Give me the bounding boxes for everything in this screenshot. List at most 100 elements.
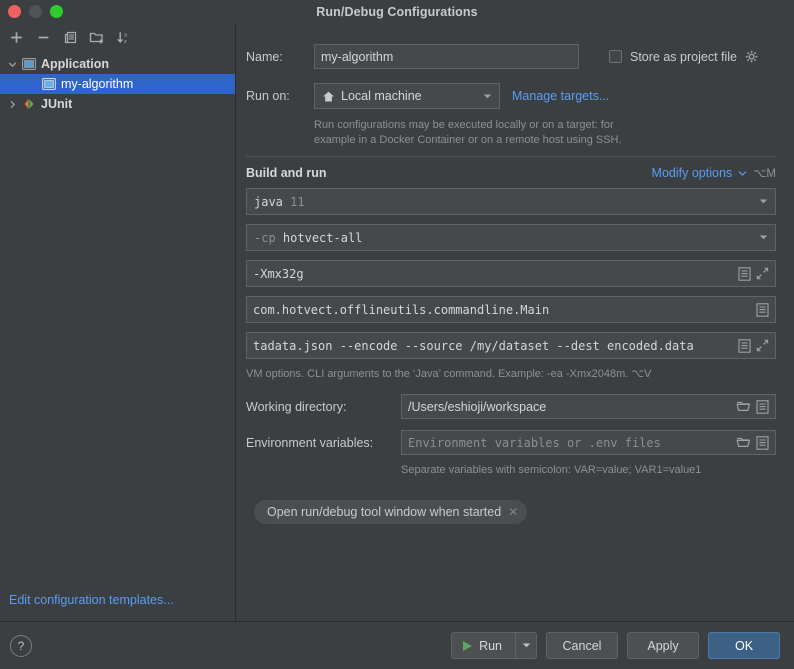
footer-buttons: Run Cancel Apply OK	[451, 632, 780, 659]
module-name: hotvect-all	[282, 230, 363, 245]
working-directory-row: Working directory: /Users/eshioji/worksp…	[246, 394, 776, 419]
run-on-hint-line-1: Run configurations may be executed local…	[314, 119, 614, 131]
svg-text:a: a	[124, 32, 128, 38]
tree-group-junit-label: JUnit	[41, 96, 73, 111]
modify-options-group: Modify options ⌥M	[652, 166, 776, 180]
working-directory-label: Working directory:	[246, 399, 347, 414]
dialog-footer: ? Run Cancel Apply OK	[0, 621, 794, 669]
folder-add-icon	[89, 32, 103, 43]
tool-window-chip-row: Open run/debug tool window when started …	[254, 500, 776, 524]
store-as-project-file-label: Store as project file	[630, 49, 737, 64]
close-icon[interactable]: ✕	[508, 505, 518, 519]
help-button-label: ?	[17, 638, 25, 653]
module-classpath-dropdown[interactable]: -cp hotvect-all	[246, 224, 776, 251]
home-icon	[322, 90, 335, 103]
modify-options-link[interactable]: Modify options	[652, 166, 733, 180]
run-button-group: Run	[451, 632, 537, 659]
svg-text:z: z	[124, 39, 127, 45]
run-icon	[463, 640, 473, 651]
main-class-value: com.hotvect.offlineutils.commandline.Mai…	[253, 302, 550, 317]
gear-icon[interactable]	[745, 50, 759, 64]
working-directory-value: /Users/eshioji/workspace	[408, 399, 547, 414]
jdk-dropdown[interactable]: java 11	[246, 188, 776, 215]
sort-alphabetically-button[interactable]: a z	[112, 26, 136, 48]
list-icon[interactable]	[756, 302, 769, 317]
tree-group-junit[interactable]: JUnit	[0, 94, 235, 114]
jdk-version: 11	[290, 194, 305, 209]
expand-icon[interactable]	[756, 339, 769, 352]
environment-variables-row: Environment variables: Environment varia…	[246, 430, 776, 455]
run-on-label: Run on:	[246, 89, 290, 103]
help-button[interactable]: ?	[10, 634, 32, 657]
window-title: Run/Debug Configurations	[316, 5, 478, 19]
copy-icon	[64, 31, 76, 43]
vm-options-value: -Xmx32g	[253, 266, 304, 281]
open-tool-window-chip[interactable]: Open run/debug tool window when started …	[254, 500, 528, 524]
list-icon[interactable]	[756, 399, 769, 414]
chevron-down-icon[interactable]	[479, 93, 495, 100]
sidebar-toolbar: a z	[0, 24, 235, 50]
expand-icon[interactable]	[756, 267, 769, 280]
name-row: Name: my-algorithm Store as project file	[246, 44, 776, 69]
modify-options-shortcut: ⌥M	[753, 168, 776, 180]
name-label: Name:	[246, 49, 283, 64]
apply-button[interactable]: Apply	[627, 632, 699, 659]
working-directory-input[interactable]: /Users/eshioji/workspace	[401, 394, 776, 419]
sidebar-item-my-algorithm[interactable]: my-algorithm	[0, 74, 235, 94]
tree-group-application[interactable]: Application	[0, 54, 235, 74]
cancel-button[interactable]: Cancel	[546, 632, 618, 659]
folder-icon[interactable]	[736, 436, 751, 449]
jdk-command: java	[254, 194, 283, 209]
configurations-sidebar: a z Application my-algorithm JUnit Edit …	[0, 24, 236, 621]
list-icon[interactable]	[738, 338, 751, 353]
dialog-body: a z Application my-algorithm JUnit Edit …	[0, 24, 794, 621]
application-icon	[40, 78, 58, 90]
name-input-value: my-algorithm	[321, 49, 394, 64]
plus-icon	[10, 31, 22, 43]
run-button[interactable]: Run	[451, 632, 515, 659]
chevron-down-icon[interactable]	[755, 198, 771, 205]
build-and-run-header: Build and run Modify options ⌥M	[246, 166, 776, 180]
vm-options-hint: VM options. CLI arguments to the ‘Java’ …	[246, 368, 652, 380]
run-dropdown-button[interactable]	[515, 632, 537, 659]
run-on-row: Run on: Local machine Manage targets...	[246, 83, 776, 109]
environment-variables-label: Environment variables:	[246, 435, 374, 450]
environment-variables-hint: Separate variables with semicolon: VAR=v…	[401, 464, 702, 476]
list-icon[interactable]	[756, 435, 769, 450]
run-button-label: Run	[479, 638, 502, 653]
chevron-down-icon[interactable]	[4, 60, 20, 69]
chevron-down-icon[interactable]	[755, 234, 771, 241]
add-configuration-button[interactable]	[4, 26, 28, 48]
environment-variables-input[interactable]: Environment variables or .env files	[401, 430, 776, 455]
manage-targets-link[interactable]: Manage targets...	[512, 89, 609, 103]
junit-icon	[20, 98, 38, 110]
vm-options-input[interactable]: -Xmx32g	[246, 260, 776, 287]
configuration-editor-panel: Name: my-algorithm Store as project file	[236, 24, 794, 621]
copy-configuration-button[interactable]	[58, 26, 82, 48]
run-on-target-dropdown[interactable]: Local machine	[314, 83, 500, 109]
chevron-right-icon[interactable]	[4, 100, 20, 109]
environment-variables-placeholder: Environment variables or .env files	[408, 435, 661, 450]
program-arguments-value: tadata.json --encode --source /my/datase…	[253, 338, 694, 353]
build-and-run-title: Build and run	[246, 166, 327, 180]
section-divider	[246, 156, 776, 157]
run-on-hint: Run configurations may be executed local…	[314, 118, 776, 148]
run-debug-configurations-dialog: Run/Debug Configurations a z Application…	[0, 0, 794, 669]
list-icon[interactable]	[738, 266, 751, 281]
title-bar: Run/Debug Configurations	[0, 0, 794, 24]
program-arguments-input[interactable]: tadata.json --encode --source /my/datase…	[246, 332, 776, 359]
chevron-down-icon[interactable]	[738, 170, 747, 177]
new-folder-button[interactable]	[85, 26, 109, 48]
sort-az-icon: a z	[117, 31, 128, 45]
store-as-project-file-row[interactable]: Store as project file	[609, 50, 759, 64]
main-class-input[interactable]: com.hotvect.offlineutils.commandline.Mai…	[246, 296, 776, 323]
store-as-project-file-checkbox[interactable]	[609, 50, 622, 63]
tree-group-application-label: Application	[41, 56, 110, 71]
name-input[interactable]: my-algorithm	[314, 44, 579, 69]
edit-configuration-templates-link[interactable]: Edit configuration templates...	[9, 593, 174, 607]
open-tool-window-chip-label: Open run/debug tool window when started	[267, 505, 502, 519]
module-flag: -cp	[254, 230, 276, 245]
ok-button[interactable]: OK	[708, 632, 780, 659]
folder-icon[interactable]	[736, 400, 751, 413]
remove-configuration-button[interactable]	[31, 26, 55, 48]
